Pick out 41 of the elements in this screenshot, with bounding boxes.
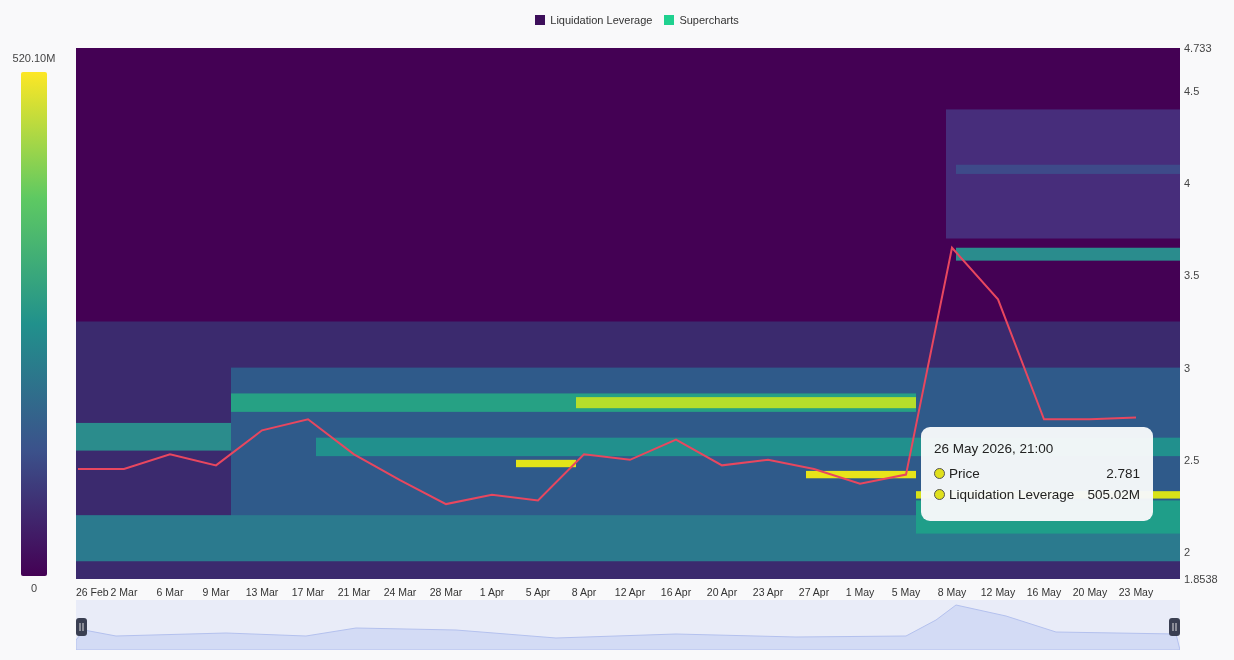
x-axis-label: 9 Mar xyxy=(202,586,230,598)
x-axis-label: 1 May xyxy=(845,586,875,598)
x-axis-label: 16 May xyxy=(1026,586,1062,598)
y-axis-label: 4.5 xyxy=(1184,84,1200,97)
x-axis-label: 1 Apr xyxy=(479,586,505,598)
tooltip-value: 505.02M xyxy=(1087,487,1140,502)
x-axis-label: 20 May xyxy=(1072,586,1108,598)
x-axis-label: 20 Apr xyxy=(706,586,738,598)
x-axis-label: 6 Mar xyxy=(156,586,184,598)
legend-label[interactable]: Supercharts xyxy=(679,14,739,26)
y-axis-label: 2.5 xyxy=(1184,453,1200,466)
x-axis-label: 2 Mar xyxy=(110,586,138,598)
x-axis-label: 28 Mar xyxy=(429,586,463,598)
y-axis-label: 4 xyxy=(1184,177,1191,190)
y-axis-label: 3.5 xyxy=(1184,269,1200,282)
scale-min-label: 0 xyxy=(30,582,38,594)
x-axis-label: 23 May xyxy=(1118,586,1154,598)
x-axis-label: 27 Apr xyxy=(798,586,830,598)
x-axis-label: 12 Apr xyxy=(614,586,646,598)
x-axis-label: 8 May xyxy=(937,586,967,598)
x-axis-label: 17 Mar xyxy=(291,586,325,598)
y-axis-label: 4.733 xyxy=(1184,42,1212,54)
x-axis-label: 16 Apr xyxy=(660,586,692,598)
x-axis-label: 8 Apr xyxy=(571,586,597,598)
x-axis-label: 12 May xyxy=(980,586,1016,598)
x-axis-label: 24 Mar xyxy=(383,586,417,598)
tooltip-label: Liquidation Leverage xyxy=(949,487,1076,502)
x-axis-label: 13 Mar xyxy=(245,586,279,598)
tooltip-label: Price xyxy=(949,466,981,481)
x-axis-label: 21 Mar xyxy=(337,586,371,598)
x-axis-label: 23 Apr xyxy=(752,586,784,598)
tooltip-value: 2.781 xyxy=(1106,466,1140,481)
y-axis-label: 1.8538 xyxy=(1184,573,1218,585)
x-axis-label: 5 May xyxy=(891,586,921,598)
legend-label[interactable]: Liquidation Leverage xyxy=(550,14,653,26)
tooltip-title: 26 May 2026, 21:00 xyxy=(934,441,1055,456)
scale-max-label: 520.10M xyxy=(12,52,56,64)
x-axis-label: 5 Apr xyxy=(525,586,551,598)
x-axis-label: 26 Feb xyxy=(76,586,109,598)
y-axis-label: 2 xyxy=(1184,546,1191,559)
y-axis-label: 3 xyxy=(1184,361,1191,374)
